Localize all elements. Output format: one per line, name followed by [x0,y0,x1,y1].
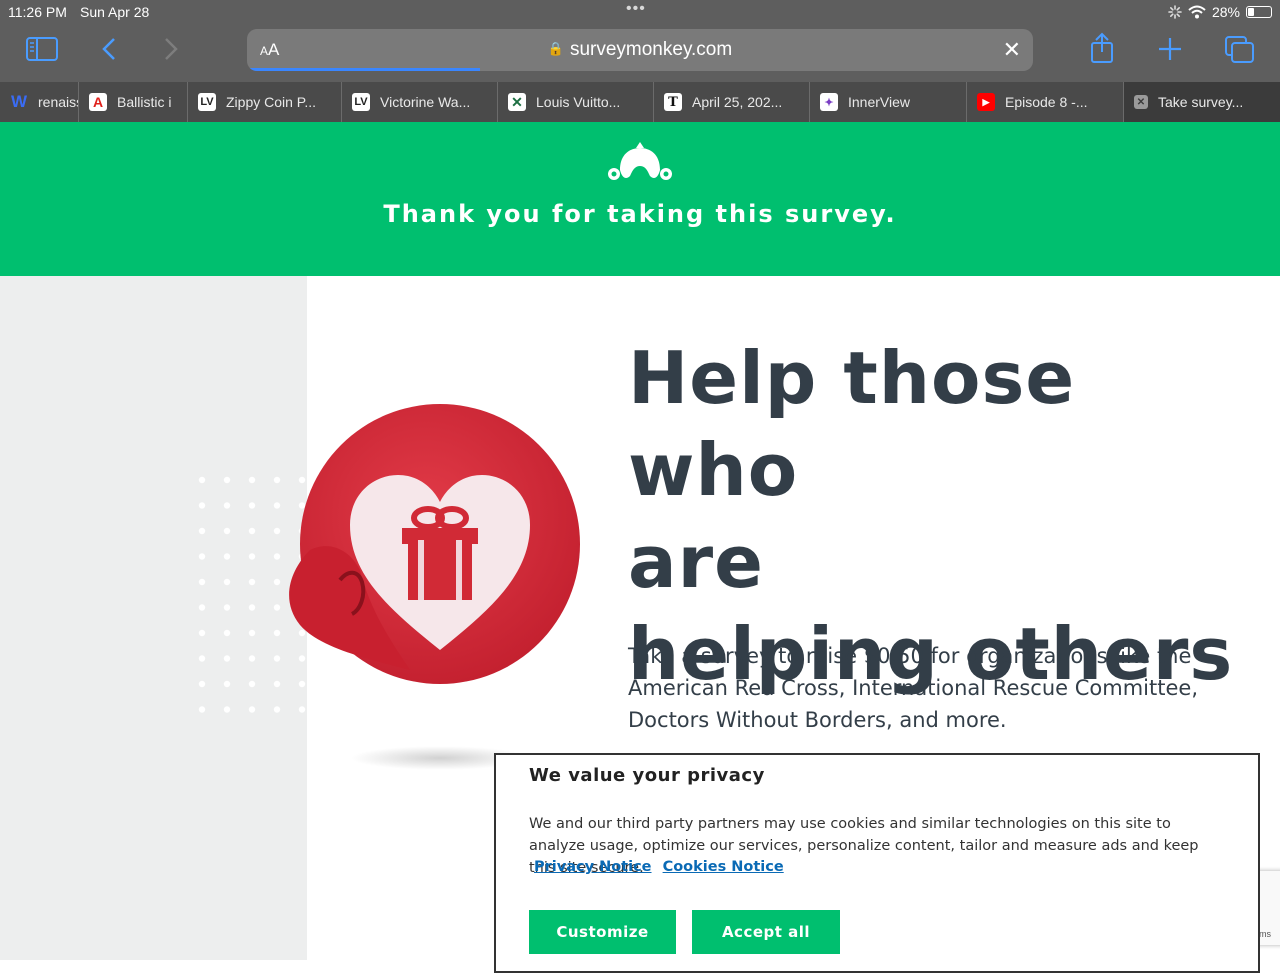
tab-april-25[interactable]: T April 25, 202... [654,82,810,122]
url-host[interactable]: 🔒 surveymonkey.com [247,39,1033,61]
adobe-icon: A [89,93,107,111]
nytimes-icon: T [664,93,682,111]
sidebar-icon[interactable] [26,36,58,62]
dot-grid-dot [223,706,231,713]
cookie-dialog-title: We value your privacy [529,765,765,786]
browser-toolbar: AA 🔒 surveymonkey.com ✕ [0,24,1280,82]
dot-grid-dot [198,604,206,611]
dot-grid-dot [248,629,256,637]
tab-innerview[interactable]: ✦ InnerView [810,82,967,122]
tab-victorine[interactable]: LV Victorine Wa... [342,82,498,122]
wifi-icon [1188,5,1206,19]
heart-gift-illustration [289,404,580,684]
close-tab-icon[interactable]: ✕ [1134,95,1148,109]
dot-grid-dot [248,527,256,535]
dot-grid-dot [198,527,206,535]
share-icon[interactable] [1090,32,1114,64]
dot-grid-dot [223,502,231,509]
dot-grid-dot [248,578,256,586]
multitasking-dots-icon[interactable]: ••• [626,0,646,18]
status-time: 11:26 PM [8,4,67,20]
louis-vuitton-icon: LV [198,93,216,111]
tab-zippy-coin[interactable]: LV Zippy Coin P... [188,82,342,122]
cookies-notice-link[interactable]: Cookies Notice [663,859,784,875]
dot-grid-dot [223,553,231,560]
tab-bar: W renaiss A Ballistic i LV Zippy Coin P.… [0,82,1280,122]
dot-grid-dot [223,604,231,611]
youtube-icon: ▶ [977,93,995,111]
dot-grid-dot [198,553,206,560]
louis-vuitton-icon: LV [352,93,370,111]
status-bar: 11:26 PM Sun Apr 28 ••• 28% [0,0,1280,24]
dot-grid-dot [248,680,256,688]
headline-line-2: are [628,520,764,604]
dot-grid-dot [198,476,206,484]
battery-percent: 28% [1211,4,1240,20]
activity-spinner-icon [1168,5,1182,19]
lock-icon: 🔒 [547,41,564,56]
accept-all-button[interactable]: Accept all [692,910,840,954]
dot-grid-dot [248,553,256,560]
tab-ballistic[interactable]: A Ballistic i [79,82,188,122]
close-icon[interactable]: ✕ [1003,37,1021,63]
status-indicators: 28% [1168,4,1272,20]
dot-grid-dot [198,578,206,586]
tab-take-survey[interactable]: ✕ Take survey... [1124,82,1280,122]
new-tab-icon[interactable] [1158,36,1182,62]
forward-icon[interactable] [162,36,180,62]
cookie-links: Privacy Notice Cookies Notice [534,859,790,875]
tab-louis-vuitton[interactable]: ✕ Louis Vuitto... [498,82,654,122]
banner-title: Thank you for taking this survey. [383,200,897,228]
back-icon[interactable] [100,36,118,62]
dot-grid-dot [198,502,206,509]
dot-grid-dot [198,629,206,637]
innerview-icon: ✦ [820,93,838,111]
dot-grid-dot [248,655,256,662]
excel-icon: ✕ [508,93,526,111]
thank-you-banner: Thank you for taking this survey. [0,122,1280,276]
gift-icon [402,506,478,600]
headline-line-1: Help those who [628,336,1076,512]
privacy-notice-link[interactable]: Privacy Notice [534,859,652,875]
weebly-icon: W [10,92,28,111]
tab-renaiss[interactable]: W renaiss [0,82,79,122]
dot-grid-dot [248,604,256,611]
cookie-consent-dialog: We value your privacy We and our third p… [494,753,1260,973]
dot-grid-dot [198,680,206,688]
dot-grid-dot [273,706,281,713]
page-description: Take a survey to raise $0.50 for organiz… [628,644,1199,732]
page-load-progress [247,68,480,71]
dot-grid-dot [248,476,256,484]
dot-grid-dot [298,706,306,713]
dot-grid-dot [223,476,231,484]
dot-grid-dot [248,706,256,713]
dot-grid-dot [223,578,231,586]
status-date: Sun Apr 28 [80,4,150,20]
dot-grid-dot [223,655,231,662]
surveymonkey-logo-icon [608,142,672,180]
dot-grid-dot [248,502,256,509]
battery-icon [1246,6,1272,18]
customize-button[interactable]: Customize [529,910,676,954]
address-bar[interactable]: AA 🔒 surveymonkey.com ✕ [247,29,1033,71]
dot-grid-dot [198,655,206,662]
dot-grid-dot [223,527,231,535]
tab-episode-8[interactable]: ▶ Episode 8 -... [967,82,1124,122]
tab-overview-icon[interactable] [1225,36,1255,64]
dot-grid-dot [223,629,231,637]
dot-grid-dot [198,706,206,713]
dot-grid-dot [223,680,231,688]
